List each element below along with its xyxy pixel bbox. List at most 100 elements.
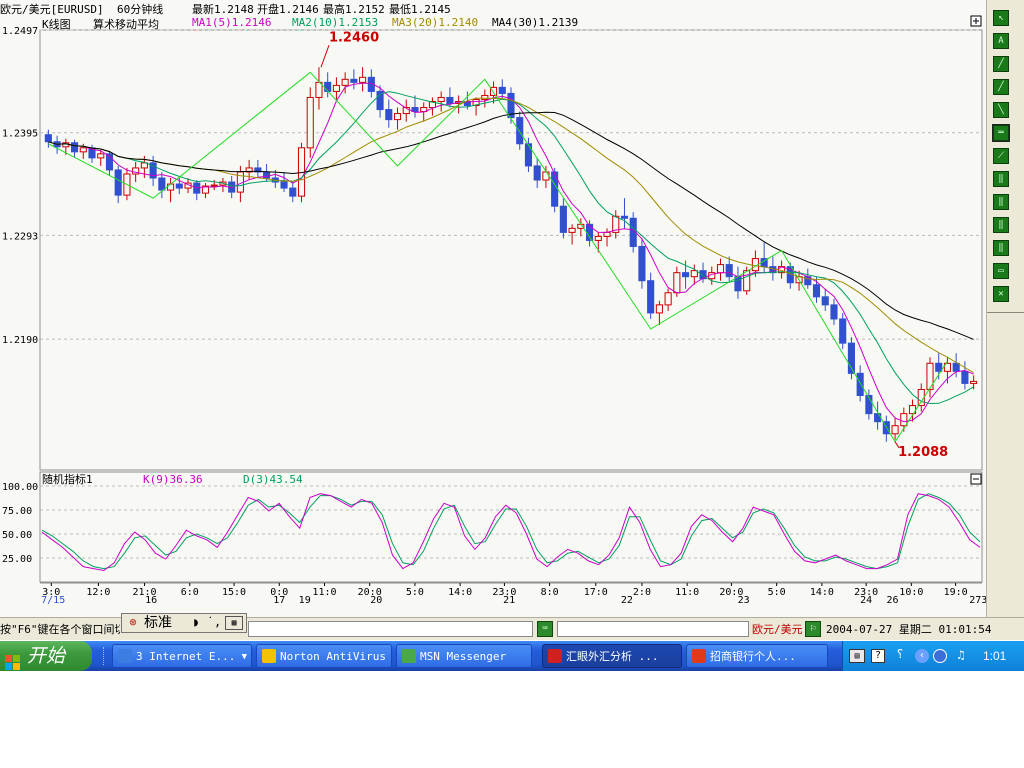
ma-line-2 [48,91,974,405]
x-tick-label: 7/15 [41,595,65,606]
candle-body [830,304,838,320]
x-tick-label: 11:0 [312,587,336,598]
task-norton[interactable]: Norton AntiVirus [256,644,392,668]
candle-body [620,215,629,219]
status-segment [248,621,533,637]
msn-icon [402,649,416,663]
ime-logo-icon[interactable]: ⊛ [124,615,142,631]
tool-fib-icon[interactable]: ‖ [993,171,1009,187]
candle-body [70,142,79,153]
help-icon[interactable]: ? [871,649,885,663]
candle-body [524,143,533,167]
x-tick-label: 14:0 [810,587,834,598]
language-icon[interactable]: ⸮ [893,647,907,665]
chevron-left-icon[interactable]: ‹ [915,649,929,663]
candle-body [393,113,402,121]
x-tick-label: 19:0 [944,587,968,598]
ime-halfwidth-icon[interactable]: ◗ [188,615,204,631]
candle-body [856,372,864,396]
network-icon[interactable] [933,649,947,663]
start-button[interactable]: 开始 [0,641,92,671]
sub-panel-title: 随机指标1 [42,472,93,486]
tool-segment-icon[interactable]: ╲ [993,102,1009,118]
quicklaunch-grip[interactable] [103,647,108,665]
candle-body [446,96,454,105]
keyboard-tray-icon[interactable]: ▤ [849,649,865,663]
tool-period-icon[interactable]: ‖ [993,240,1009,256]
candle-body [874,413,882,423]
tool-trend-icon[interactable]: ⟋ [993,148,1009,164]
ime-mode[interactable]: 标准 [144,614,186,632]
d-label: D(3)43.54 [243,473,303,486]
keyboard-icon[interactable]: ⌨ [537,621,553,637]
tool-arc-icon[interactable]: ▭ [993,263,1009,279]
chevron-down-icon: ▼ [241,652,247,662]
task-cmb-bank[interactable]: 招商银行个人... [686,644,828,668]
candle-body [44,134,52,143]
tool-line-icon[interactable]: ╱ [993,56,1009,72]
x-tick-label: 5:0 [768,587,786,598]
ma-line-1 [48,82,974,423]
candle-body [114,169,122,196]
x-tick-label: 14:0 [448,587,472,598]
tool-cursor-icon[interactable]: ↖ [993,10,1009,26]
sub-panel-frame [39,471,983,583]
tool-channel-icon[interactable]: ═ [992,124,1010,142]
task-msn[interactable]: MSN Messenger [396,644,532,668]
candle-body [568,227,576,233]
candle-body [332,84,340,92]
candle-body [664,292,672,306]
candle-body [158,177,166,191]
main-y-tick-label: 1.2293 [2,231,38,242]
candle-body [437,96,445,102]
sub-y-tick-label: 100.00 [2,482,38,493]
ma3-label: MA3(20)1.2140 [392,16,479,29]
x-tick-label: 16 [145,595,157,606]
alarm-icon[interactable]: ⚐ [805,621,821,637]
high-marker-label: 1.2460 [329,30,379,45]
windows-logo-icon [5,649,20,670]
task-internet-explorer[interactable]: 3 Internet E... ▼ [112,644,252,668]
candle-body [533,165,541,181]
candle-body [655,304,663,314]
x-tick-label: 21 [503,595,515,606]
candle-body [891,425,899,435]
ime-softkeyboard-icon[interactable]: ▦ [225,616,243,630]
ime-punct-icon[interactable]: ˙, [206,615,222,631]
sub-y-tick-label: 75.00 [2,506,32,517]
high-marker-pointer [320,45,330,68]
sub-y-tick-label: 25.00 [2,554,32,565]
task-label: Norton AntiVirus [280,650,386,663]
indicator-name[interactable]: 算术移动平均 [93,16,159,32]
clock[interactable]: 1:01 [983,641,1006,671]
system-tray: ▤ ? ⸮ ‹ ♫ 1:01 [842,641,1024,671]
candle-body [673,272,681,294]
tool-delete-icon[interactable]: ✕ [993,286,1009,302]
candle-body [594,235,602,241]
candle-body [280,181,288,189]
x-tick-label: 5:0 [406,587,424,598]
ime-toolbar[interactable]: ⊛ 标准 ◗ ˙, ▦ [121,613,247,633]
x-tick-label: 17:0 [584,587,608,598]
tool-grid-icon[interactable]: ‖ [993,194,1009,210]
x-tick-label: 273 [969,595,986,606]
chart-canvas[interactable]: 1.24971.23951.22931.21901.24601.2088随机指标… [0,0,986,612]
candle-body [175,183,183,189]
candle-body [263,171,271,179]
k-line [41,493,981,572]
chart-kind-label[interactable]: K线图 [42,16,71,32]
tool-ray-icon[interactable]: ╱ [993,79,1009,95]
tool-cycle-icon[interactable]: ‖ [993,217,1009,233]
volume-icon[interactable]: ♫ [953,648,969,664]
norton-icon [262,649,276,663]
task-label: 招商银行个人... [710,650,796,663]
candle-body [743,270,751,292]
tool-text-icon[interactable]: A [993,33,1009,49]
task-forex-analysis[interactable]: 汇眼外汇分析 ... [542,644,682,668]
candle-body [821,296,829,306]
candle-body [481,94,489,100]
candle-body [900,413,908,427]
candle-body [603,231,611,237]
candle-body [289,187,297,197]
bank-icon [692,649,706,663]
